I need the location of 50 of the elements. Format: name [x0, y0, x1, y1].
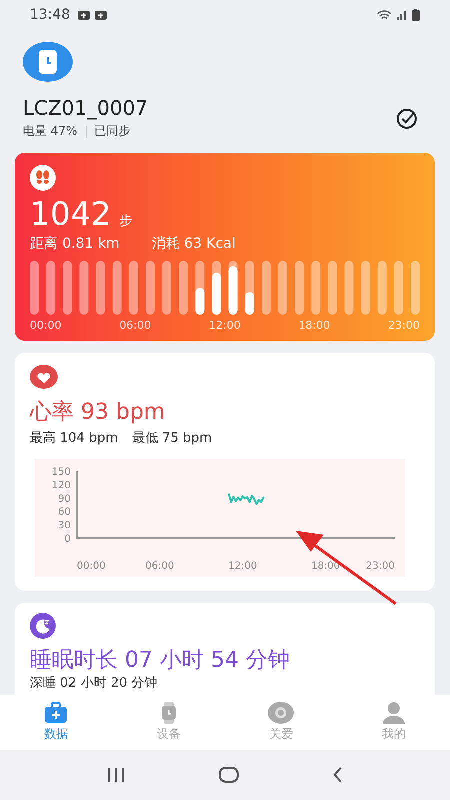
distance-text: 距离 0.81 km — [30, 235, 120, 253]
heart-rate-title: 心率 93 bpm — [30, 399, 166, 427]
sleep-card[interactable]: 睡眠时长 07 小时 54 分钟 深睡 02 小时 20 分钟 — [15, 603, 435, 695]
max-heart-rate: 最高 104 bpm — [30, 430, 118, 447]
step-unit: 步 — [119, 213, 132, 230]
back-icon[interactable] — [333, 767, 343, 783]
x-tick-label: 06:00 — [146, 561, 174, 572]
status-time: 13:48 — [30, 7, 70, 23]
time-label: 06:00 — [120, 319, 152, 332]
nav-tab[interactable]: 我的 — [364, 702, 424, 743]
watch-avatar-icon — [23, 42, 73, 82]
time-label: 00:00 — [30, 319, 62, 332]
min-heart-rate: 最低 75 bpm — [132, 430, 212, 447]
y-tick-label: 60 — [58, 507, 71, 518]
eye-icon — [268, 702, 294, 724]
time-label: 23:00 — [388, 319, 420, 332]
y-tick-label: 150 — [52, 467, 71, 478]
nav-tab[interactable]: 设备 — [138, 702, 199, 743]
time-label: 12:00 — [209, 319, 241, 332]
notification-icon — [95, 10, 108, 20]
battery-level: 电量 47% — [23, 123, 78, 140]
x-tick-label: 12:00 — [228, 561, 258, 572]
device-name: LCZ01_0007 — [23, 96, 148, 120]
moon-icon — [30, 613, 56, 639]
deep-sleep-text: 深睡 02 小时 20 分钟 — [30, 675, 159, 692]
footprints-icon — [30, 165, 56, 191]
x-tick-label: 23:00 — [366, 561, 395, 572]
y-tick-label: 90 — [58, 494, 71, 505]
sync-icon[interactable] — [396, 106, 420, 130]
notification-icon — [78, 10, 90, 20]
watch-icon — [160, 702, 177, 724]
x-tick-label: 00:00 — [77, 561, 106, 572]
wifi-icon — [377, 10, 392, 20]
nav-tab[interactable]: 关爱 — [251, 702, 312, 743]
sleep-duration-title: 睡眠时长 07 小时 54 分钟 — [30, 647, 291, 675]
person-icon — [382, 702, 406, 724]
home-icon[interactable] — [219, 767, 239, 783]
signal-icon — [397, 10, 407, 20]
time-label: 18:00 — [298, 319, 330, 332]
calories-text: 消耗 63 Kcal — [152, 235, 236, 253]
recent-apps-icon[interactable] — [107, 768, 125, 782]
battery-icon — [412, 9, 420, 21]
medical-kit-icon — [44, 702, 68, 724]
y-tick-label: 30 — [58, 520, 71, 532]
y-tick-label: 0 — [64, 534, 71, 545]
step-count: 1042 — [30, 195, 112, 233]
nav-tab[interactable]: 数据 — [26, 702, 86, 743]
steps-card[interactable]: 1042 步 距离 0.81 km 消耗 63 Kcal 00:00 06:00 12:00 18:00 23:00 — [15, 153, 435, 341]
y-tick-label: 120 — [52, 480, 71, 492]
sync-status: 已同步 — [94, 123, 130, 140]
